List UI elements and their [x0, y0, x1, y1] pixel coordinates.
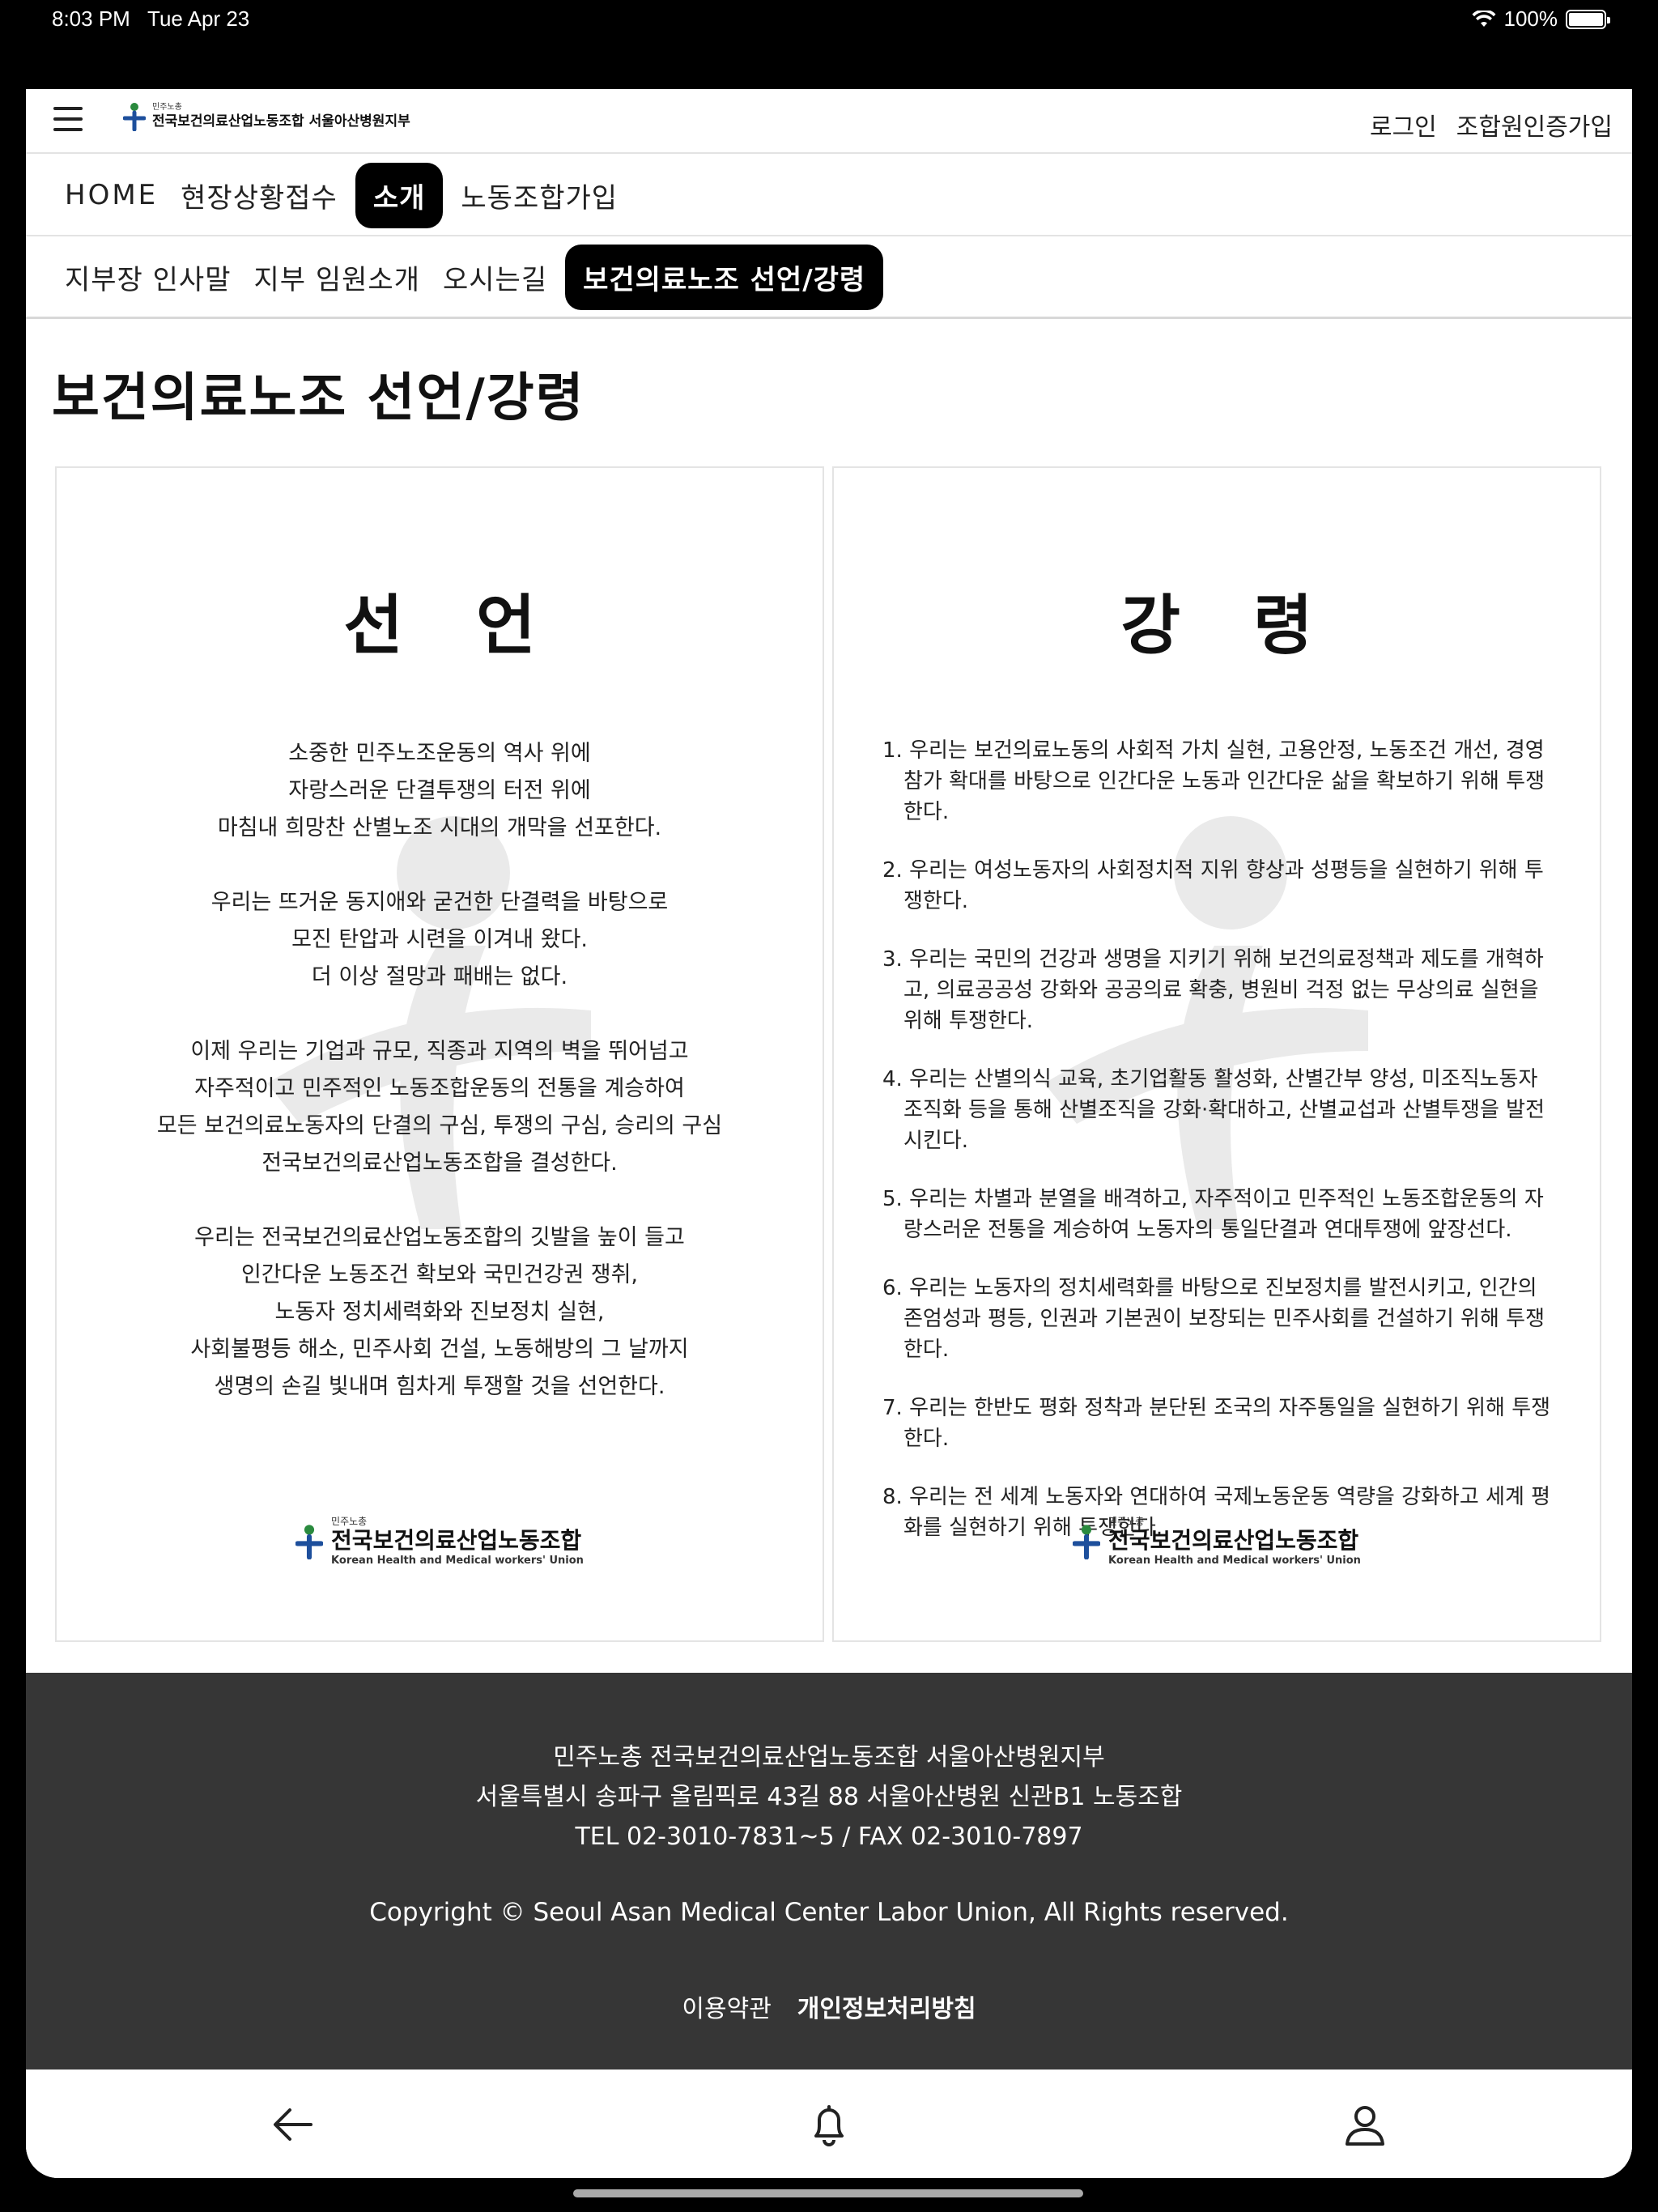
- program-card: 강령 1. 우리는 보건의료노동의 사회적 가치 실현, 고용안정, 노동조건 …: [832, 466, 1601, 1642]
- page-title: 보건의료노조 선언/강령: [52, 368, 585, 428]
- footer-org: 민주노총 전국보건의료산업노동조합 서울아산병원지부: [553, 1743, 1105, 1772]
- back-arrow-icon[interactable]: [269, 2100, 317, 2149]
- status-right: 100%: [1472, 6, 1610, 32]
- declaration-line: 자주적이고 민주적인 노동조합운동의 전통을 계승하여: [194, 1076, 685, 1101]
- footer-copyright: Copyright © Seoul Asan Medical Center La…: [369, 1898, 1289, 1927]
- bottom-nav: [26, 2069, 1632, 2178]
- union-logo-english: Korean Health and Medical workers' Union: [1108, 1555, 1361, 1567]
- home-indicator: [573, 2189, 1083, 2197]
- wifi-icon: [1472, 10, 1495, 27]
- program-item: 4. 우리는 산별의식 교육, 초기업활동 활성화, 산별간부 양성, 미조직노…: [882, 1067, 1545, 1153]
- signup-link[interactable]: 조합원인증가입: [1456, 107, 1613, 143]
- subnav-directions[interactable]: 오시는길: [438, 249, 552, 305]
- subnav-declaration[interactable]: 보건의료노조 선언/강령: [565, 245, 884, 310]
- nav-about[interactable]: 소개: [355, 162, 444, 228]
- declaration-line: 사회불평등 해소, 민주사회 건설, 노동해방의 그 날까지: [190, 1337, 689, 1362]
- declaration-paragraph: 우리는 뜨거운 동지애와 굳건한 단결력을 바탕으로 모진 탄압과 시련을 이겨…: [89, 884, 790, 996]
- declaration-paragraph: 우리는 전국보건의료산업노동조합의 깃발을 높이 들고 인간다운 노동조건 확보…: [89, 1219, 790, 1406]
- declaration-line: 인간다운 노동조건 확보와 국민건강권 쟁취,: [240, 1262, 639, 1287]
- nav-join[interactable]: 노동조합가입: [456, 168, 623, 223]
- declaration-line: 생명의 손길 빛내며 힘차게 투쟁할 것을 선언한다.: [214, 1374, 665, 1399]
- status-bar: 8:03 PM Tue Apr 23 100%: [0, 0, 1658, 39]
- terms-link[interactable]: 이용약관: [682, 1989, 771, 2024]
- union-logo-icon: [295, 1525, 324, 1559]
- declaration-line: 전국보건의료산업노동조합을 결성한다.: [261, 1151, 618, 1176]
- subnav-officers[interactable]: 지부 임원소개: [249, 249, 426, 305]
- declaration-paragraph: 이제 우리는 기업과 규모, 직종과 지역의 벽을 뛰어넘고 자주적이고 민주적…: [89, 1033, 790, 1182]
- union-logo: 민주노총 전국보건의료산업노동조합 Korean Health and Medi…: [834, 1516, 1600, 1568]
- nav-report[interactable]: 현장상황접수: [176, 168, 342, 223]
- declaration-line: 이제 우리는 기업과 규모, 직종과 지역의 벽을 뛰어넘고: [190, 1039, 689, 1064]
- main-nav: HOME 현장상황접수 소개 노동조합가입: [26, 155, 1632, 236]
- declaration-text: 소중한 민주노조운동의 역사 위에 자랑스러운 단결투쟁의 터전 위에 마침내 …: [89, 735, 790, 1443]
- program-list: 1. 우리는 보건의료노동의 사회적 가치 실현, 고용안정, 노동조건 개선,…: [882, 735, 1554, 1571]
- top-bar: 민주노총 전국보건의료산업노동조합 서울아산병원지부 로그인 조합원인증가입: [26, 89, 1632, 154]
- footer-address: 서울특별시 송파구 올림픽로 43길 88 서울아산병원 신관B1 노동조합: [475, 1783, 1183, 1811]
- logo-small-text: 민주노총: [152, 103, 182, 112]
- status-time: 8:03 PM Tue Apr 23: [52, 6, 249, 32]
- bell-icon[interactable]: [805, 2100, 853, 2149]
- user-icon[interactable]: [1341, 2100, 1389, 2149]
- footer: 민주노총 전국보건의료산업노동조합 서울아산병원지부 서울특별시 송파구 올림픽…: [26, 1673, 1632, 2069]
- subnav-greeting[interactable]: 지부장 인사말: [60, 249, 236, 305]
- union-logo-name: 전국보건의료산업노동조합: [1108, 1527, 1359, 1554]
- declaration-line: 자랑스러운 단결투쟁의 터전 위에: [288, 778, 591, 803]
- union-logo-name: 전국보건의료산업노동조합: [331, 1527, 582, 1554]
- union-logo-small: 민주노총: [1108, 1516, 1145, 1527]
- program-item: 7. 우리는 한반도 평화 정착과 분단된 조국의 자주통일을 실현하기 위해 …: [882, 1396, 1551, 1451]
- program-item: 3. 우리는 국민의 건강과 생명을 지키기 위해 보건의료정책과 제도를 개혁…: [882, 947, 1544, 1033]
- battery-icon: [1566, 9, 1610, 29]
- union-logo-english: Korean Health and Medical workers' Union: [331, 1555, 584, 1567]
- declaration-line: 소중한 민주노조운동의 역사 위에: [288, 741, 591, 766]
- status-clock: 8:03 PM: [52, 6, 130, 31]
- program-item: 6. 우리는 노동자의 정치세력화를 바탕으로 진보정치를 발전시키고, 인간의…: [882, 1276, 1545, 1362]
- program-item: 5. 우리는 차별과 분열을 배격하고, 자주적이고 민주적인 노동조합운동의 …: [882, 1187, 1544, 1242]
- privacy-link[interactable]: 개인정보처리방침: [797, 1989, 976, 2024]
- footer-contact: TEL 02-3010-7831~5 / FAX 02-3010-7897: [575, 1823, 1083, 1851]
- program-title: 강령: [1120, 588, 1386, 663]
- declaration-line: 마침내 희망찬 산별노조 시대의 개막을 선포한다.: [217, 815, 662, 840]
- union-logo-icon: [123, 103, 146, 131]
- declaration-line: 우리는 뜨거운 동지애와 굳건한 단결력을 바탕으로: [210, 890, 669, 915]
- logo-text: 전국보건의료산업노동조합 서울아산병원지부: [152, 113, 410, 130]
- nav-home[interactable]: HOME: [60, 171, 163, 219]
- program-item: 2. 우리는 여성노동자의 사회정치적 지위 향상과 성평등을 실현하기 위해 …: [882, 858, 1544, 913]
- site-logo[interactable]: 민주노총 전국보건의료산업노동조합 서울아산병원지부: [123, 102, 410, 131]
- program-item: 1. 우리는 보건의료노동의 사회적 가치 실현, 고용안정, 노동조건 개선,…: [882, 738, 1545, 824]
- declaration-line: 모진 탄압과 시련을 이겨내 왔다.: [291, 927, 588, 952]
- battery-percent: 100%: [1503, 6, 1558, 31]
- app-frame: 민주노총 전국보건의료산업노동조합 서울아산병원지부 로그인 조합원인증가입 H…: [26, 89, 1632, 2178]
- login-link[interactable]: 로그인: [1370, 107, 1437, 143]
- declaration-paragraph: 소중한 민주노조운동의 역사 위에 자랑스러운 단결투쟁의 터전 위에 마침내 …: [89, 735, 790, 847]
- union-logo-icon: [1073, 1525, 1101, 1559]
- union-logo-small: 민주노총: [331, 1516, 368, 1527]
- declaration-line: 우리는 전국보건의료산업노동조합의 깃발을 높이 들고: [194, 1225, 685, 1250]
- declaration-card: 선언 소중한 민주노조운동의 역사 위에 자랑스러운 단결투쟁의 터전 위에 마…: [55, 466, 824, 1642]
- declaration-line: 모든 보건의료노동자의 단결의 구심, 투쟁의 구심, 승리의 구심: [156, 1113, 723, 1138]
- union-logo: 민주노총 전국보건의료산업노동조합 Korean Health and Medi…: [57, 1516, 823, 1568]
- declaration-line: 더 이상 절망과 패배는 없다.: [311, 964, 568, 989]
- sub-nav: 지부장 인사말 지부 임원소개 오시는길 보건의료노조 선언/강령: [26, 238, 1632, 319]
- status-date: Tue Apr 23: [147, 6, 250, 31]
- declaration-title: 선언: [343, 588, 609, 663]
- menu-icon[interactable]: [53, 107, 83, 133]
- declaration-line: 노동자 정치세력화와 진보정치 실현,: [274, 1300, 605, 1325]
